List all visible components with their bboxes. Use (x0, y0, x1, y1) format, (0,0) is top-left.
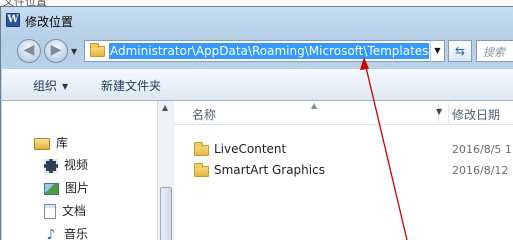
column-divider[interactable] (448, 103, 449, 123)
address-bar[interactable]: Administrator\AppData\Roaming\Microsoft\… (84, 40, 445, 62)
file-name: SmartArt Graphics (214, 163, 325, 177)
organize-button[interactable]: 组织 ▼ (33, 77, 68, 94)
column-header-row: 名称 ▲ ▼ 修改日期 (174, 101, 513, 125)
search-input[interactable]: 搜索 (476, 40, 513, 62)
chevron-down-icon: ▼ (62, 82, 69, 91)
word-app-icon: W (6, 13, 20, 27)
new-folder-button[interactable]: 新建文件夹 (101, 77, 161, 94)
nav-item-documents[interactable]: 文档 (44, 201, 86, 221)
command-toolbar: 组织 ▼ 新建文件夹 (2, 69, 513, 101)
refresh-icon[interactable]: ⇆ (448, 40, 472, 62)
nav-item-label: 库 (56, 136, 69, 150)
dialog-title: 修改位置 (25, 15, 74, 29)
file-list-row[interactable]: LiveContent 2016/8/5 1 (174, 139, 513, 161)
file-date: 2016/8/5 1 (452, 143, 512, 156)
column-header-date-modified[interactable]: 修改日期 (452, 106, 500, 123)
change-location-dialog: W 修改位置 ◀ ▶ ▼ Administrator\AppData\Roami… (0, 6, 513, 240)
navigation-bar: ◀ ▶ ▼ Administrator\AppData\Roaming\Micr… (1, 33, 513, 69)
column-filter-dropdown-icon[interactable]: ▼ (436, 107, 442, 116)
pictures-icon (44, 182, 59, 195)
back-arrow-icon[interactable]: ◀ (17, 39, 41, 63)
address-dropdown-icon[interactable]: ▼ (430, 41, 444, 61)
recent-locations-dropdown-icon[interactable]: ▼ (71, 47, 77, 56)
scrollbar-thumb[interactable] (160, 187, 172, 240)
nav-item-label: 图片 (65, 181, 90, 195)
column-header-name[interactable]: 名称 (192, 106, 216, 123)
search-placeholder: 搜索 (483, 46, 505, 59)
nav-pane-scrollbar[interactable]: ▲ (157, 101, 174, 240)
folder-icon (194, 142, 209, 156)
nav-item-label: 视频 (64, 158, 89, 172)
folder-icon (194, 163, 209, 177)
nav-item-music[interactable]: ♪ 音乐 (44, 224, 88, 240)
library-icon (34, 137, 50, 150)
file-name: LiveContent (214, 142, 287, 156)
file-list-pane: 名称 ▲ ▼ 修改日期 LiveContent 2016/8/5 1 Smart… (174, 101, 513, 240)
nav-item-label: 文档 (62, 204, 87, 218)
navigation-pane: 库 视频 图片 文档 ♪ 音乐 (2, 101, 157, 240)
organize-label: 组织 (33, 79, 58, 93)
nav-item-videos[interactable]: 视频 (44, 155, 88, 175)
music-icon: ♪ (46, 226, 56, 240)
address-path-text[interactable]: Administrator\AppData\Roaming\Microsoft\… (109, 43, 430, 59)
video-icon (44, 158, 58, 173)
sort-ascending-icon: ▲ (311, 101, 318, 110)
nav-item-library[interactable]: 库 (34, 133, 68, 153)
content-area: 库 视频 图片 文档 ♪ 音乐 ▲ 名称 ▲ ▼ 修改日期 LiveConten… (2, 101, 513, 240)
nav-item-label: 音乐 (64, 227, 89, 240)
scroll-up-icon[interactable]: ▲ (162, 103, 168, 112)
documents-icon (44, 204, 56, 219)
forward-arrow-icon[interactable]: ▶ (44, 39, 68, 63)
nav-item-pictures[interactable]: 图片 (44, 178, 89, 198)
file-list-row[interactable]: SmartArt Graphics 2016/8/12 (174, 160, 513, 182)
file-date: 2016/8/12 (452, 164, 509, 177)
title-bar: W 修改位置 (1, 7, 513, 33)
folder-icon (90, 43, 105, 57)
